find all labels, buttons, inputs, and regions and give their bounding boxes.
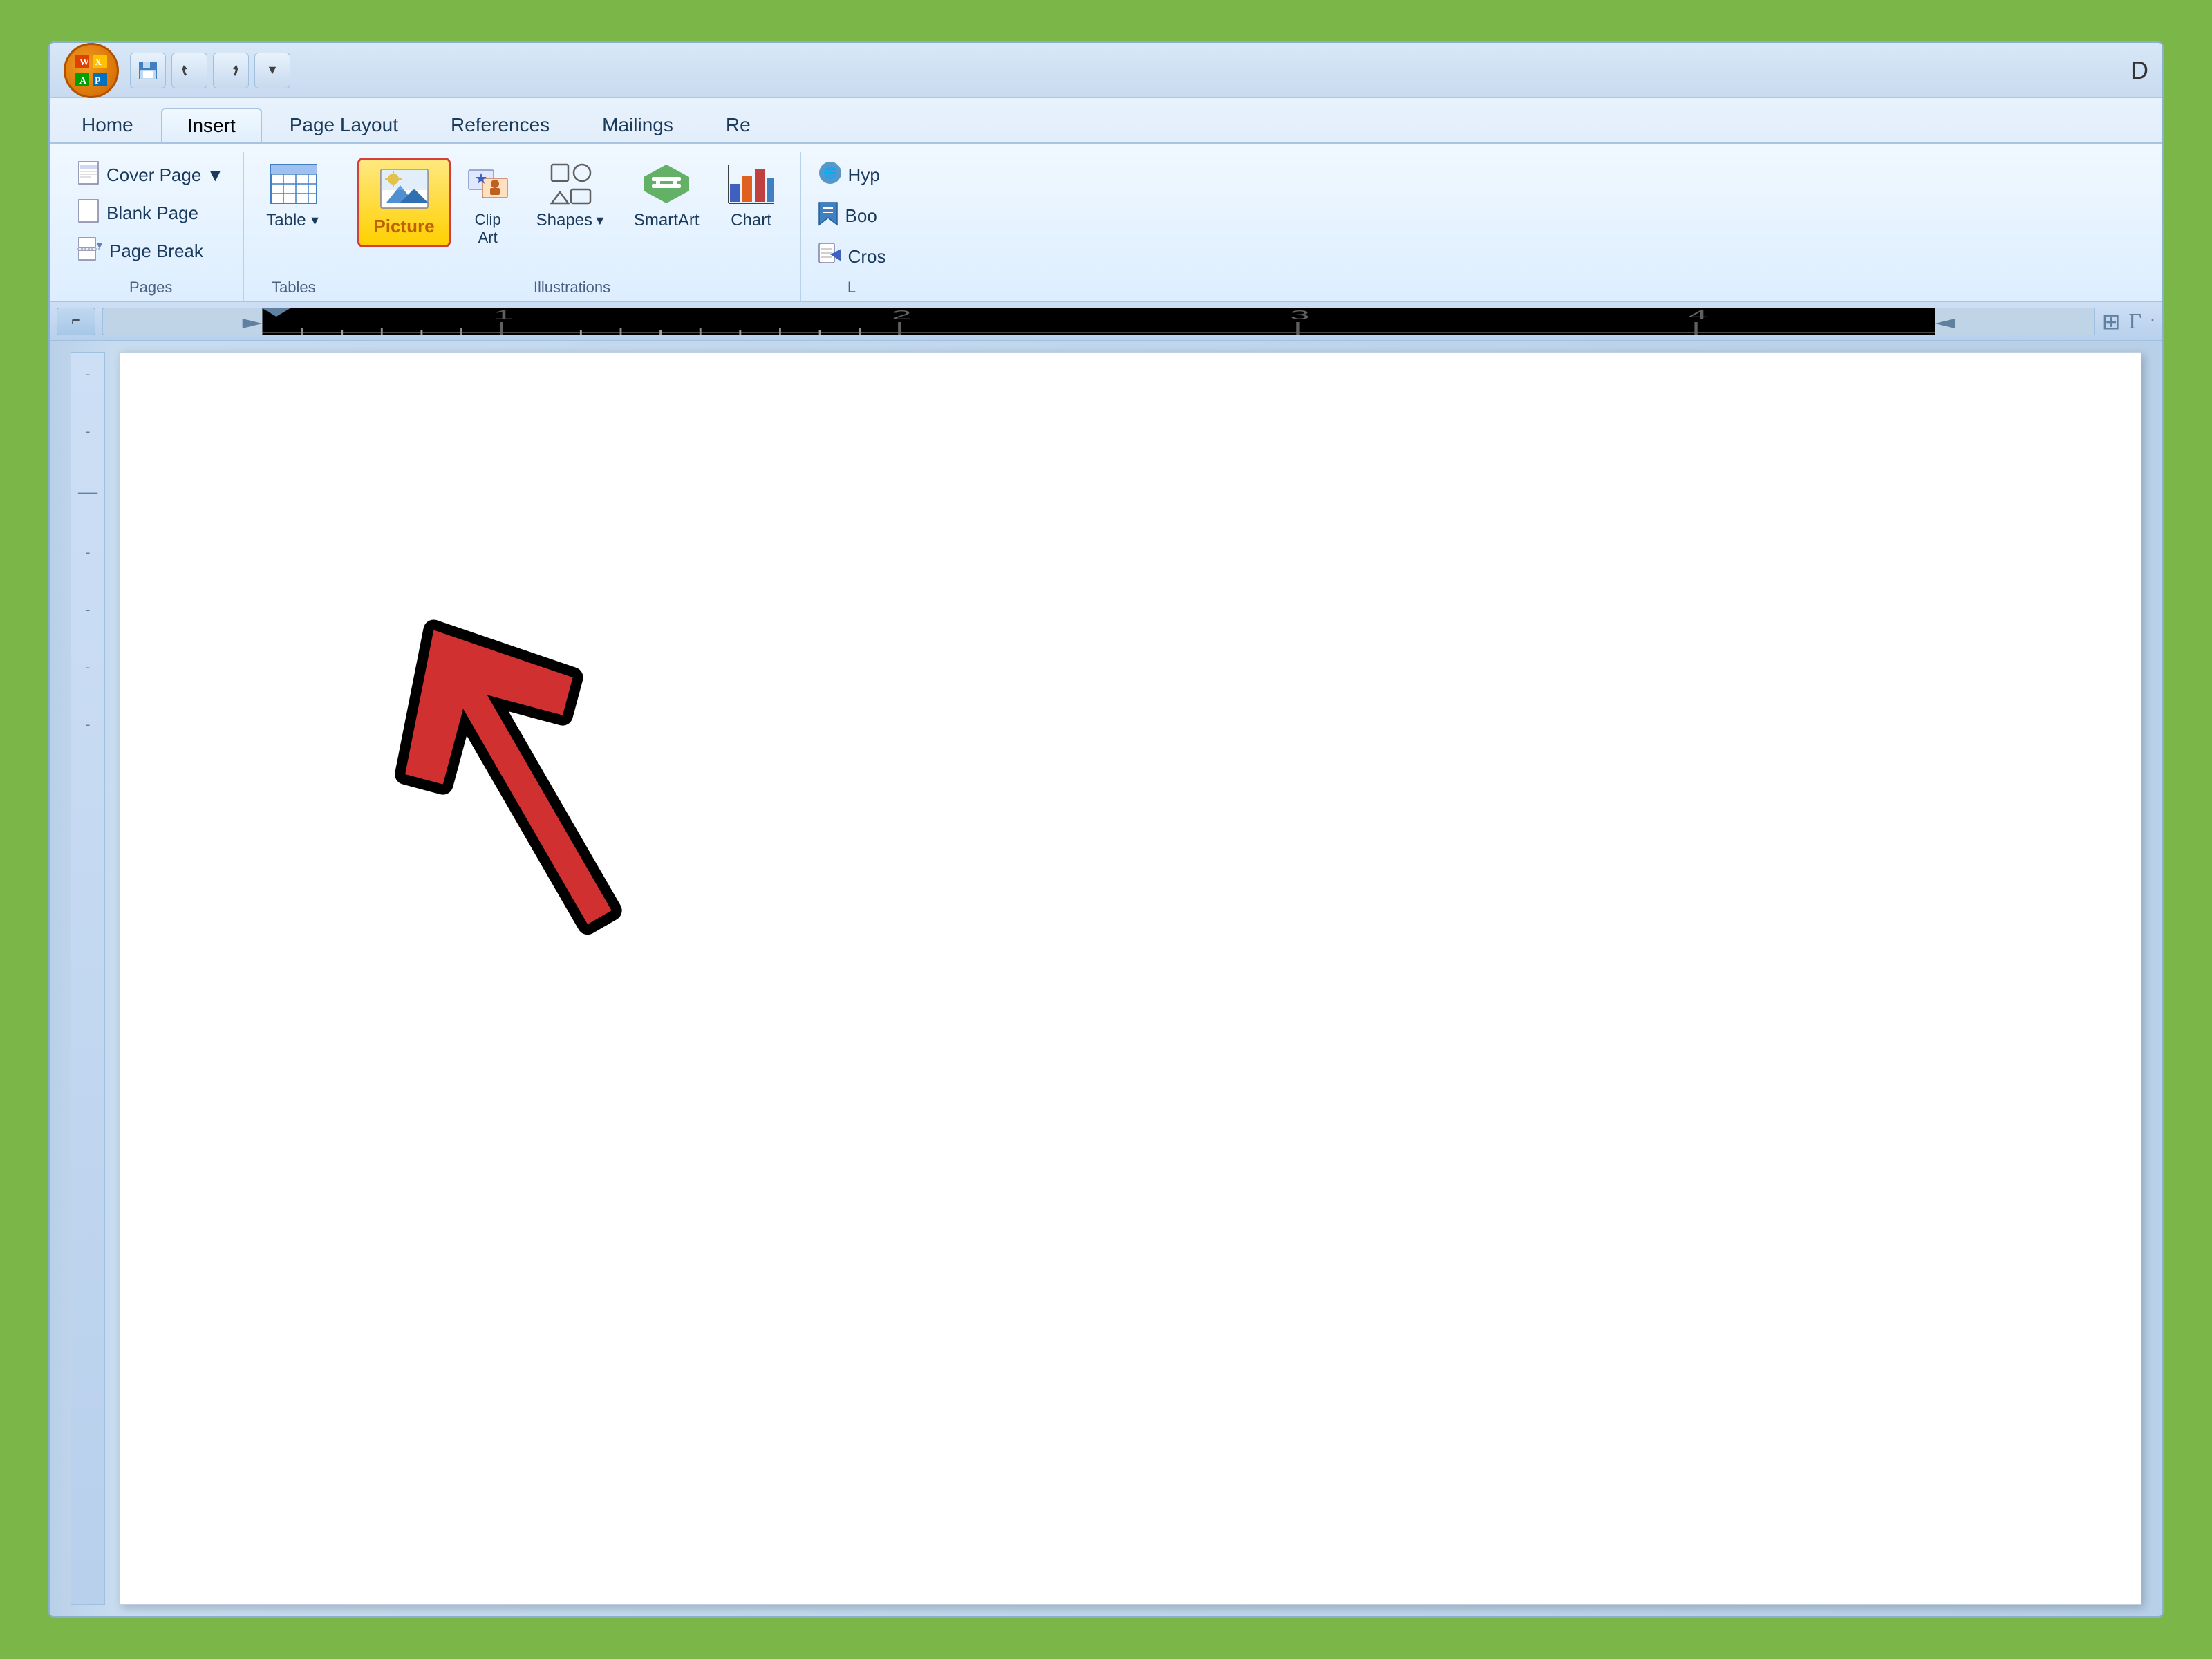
title-bar: W X A P xyxy=(50,43,2162,98)
pages-group-label: Pages xyxy=(129,274,172,301)
cover-page-icon xyxy=(77,160,100,190)
cross-ref-button[interactable]: Cros xyxy=(812,239,892,274)
svg-text:🌐: 🌐 xyxy=(823,166,837,179)
ruler-mark-7: - xyxy=(86,717,91,733)
ruler-bar: ⌐ 1 2 3 4 xyxy=(50,302,2162,341)
tab-home[interactable]: Home xyxy=(57,108,158,142)
smartart-icon xyxy=(642,163,691,208)
table-icon xyxy=(270,163,318,208)
tab-mailings[interactable]: Mailings xyxy=(577,108,698,142)
svg-text:4: 4 xyxy=(1688,308,1708,322)
hyperlink-label: Hyp xyxy=(848,165,880,186)
ribbon-content: Cover Page ▼ Blank Page xyxy=(50,142,2162,301)
word-window: W X A P xyxy=(48,41,2164,1618)
ruler-mark-4: - xyxy=(86,545,91,561)
clip-art-label: ClipArt xyxy=(475,211,501,247)
blank-page-label: Blank Page xyxy=(106,203,198,224)
tables-group-label: Tables xyxy=(272,274,316,301)
picture-icon xyxy=(379,168,429,213)
cover-page-button[interactable]: Cover Page ▼ xyxy=(72,158,229,193)
horizontal-ruler: 1 2 3 4 xyxy=(102,308,2095,335)
clip-art-button[interactable]: ClipArt xyxy=(456,158,520,253)
ruler-corner: ⌐ xyxy=(57,308,95,335)
table-button[interactable]: Table ▼ xyxy=(255,158,332,236)
office-button[interactable]: W X A P xyxy=(64,43,119,98)
table-btn-label: Table ▼ xyxy=(266,211,321,230)
tab-insert[interactable]: Insert xyxy=(161,108,262,142)
smartart-button[interactable]: SmartArt xyxy=(623,158,711,236)
customize-button[interactable]: ▼ xyxy=(254,53,290,88)
ruler-mark-2: - xyxy=(86,424,91,440)
picture-button-highlight: Picture xyxy=(357,158,450,247)
ruler-mark-3: — xyxy=(78,481,97,503)
hyperlink-icon: 🌐 xyxy=(818,160,843,190)
hyperlink-button[interactable]: 🌐 Hyp xyxy=(812,158,885,193)
bookmark-label: Boo xyxy=(845,205,877,227)
bookmark-button[interactable]: Boo xyxy=(812,198,883,234)
cover-page-label: Cover Page ▼ xyxy=(106,165,224,186)
tab-page-layout[interactable]: Page Layout xyxy=(265,108,423,142)
picture-button[interactable]: Picture xyxy=(362,162,445,243)
ribbon-tabs: Home Insert Page Layout References Maili… xyxy=(50,98,2162,142)
quick-access-toolbar: ▼ xyxy=(130,53,290,88)
save-button[interactable] xyxy=(130,53,166,88)
chart-button[interactable]: Chart xyxy=(716,158,787,236)
illustrations-group: Picture xyxy=(346,152,800,301)
ruler-mark-6: - xyxy=(86,659,91,675)
svg-text:2: 2 xyxy=(892,308,912,322)
links-group: 🌐 Hyp Boo xyxy=(801,152,906,301)
svg-text:1: 1 xyxy=(494,308,514,322)
cross-ref-icon xyxy=(818,242,841,272)
links-group-label: L xyxy=(847,274,856,301)
tables-group: Table ▼ Tables xyxy=(244,152,346,301)
svg-text:P: P xyxy=(95,76,101,86)
shapes-label: Shapes ▼ xyxy=(536,211,606,230)
svg-text:A: A xyxy=(79,76,87,86)
page-break-icon xyxy=(77,236,102,266)
undo-button[interactable] xyxy=(171,53,207,88)
vertical-ruler: - - — - - - - xyxy=(71,352,105,1605)
page-break-button[interactable]: Page Break xyxy=(72,234,209,269)
shapes-button[interactable]: Shapes ▼ xyxy=(525,158,617,236)
tab-review[interactable]: Re xyxy=(701,108,776,142)
pages-group: Cover Page ▼ Blank Page xyxy=(61,152,244,301)
ribbon: Home Insert Page Layout References Maili… xyxy=(50,98,2162,302)
pages-items: Cover Page ▼ Blank Page xyxy=(72,152,229,274)
document-area: - - — - - - - xyxy=(50,341,2162,1616)
svg-text:X: X xyxy=(95,57,102,68)
clip-art-icon xyxy=(467,163,509,208)
document-page[interactable] xyxy=(119,352,2141,1605)
cross-ref-label: Cros xyxy=(848,246,886,268)
chart-label: Chart xyxy=(731,211,771,230)
blank-page-icon xyxy=(77,198,100,228)
page-break-label: Page Break xyxy=(109,241,203,262)
shapes-icon xyxy=(550,163,592,208)
ruler-controls: ⊞ Γ · xyxy=(2102,308,2155,335)
smartart-label: SmartArt xyxy=(634,211,700,230)
illustrations-group-label: Illustrations xyxy=(534,274,610,301)
illustrations-items: Picture xyxy=(357,152,786,274)
redo-button[interactable] xyxy=(213,53,249,88)
bookmark-icon xyxy=(818,201,838,231)
tables-items: Table ▼ xyxy=(255,152,332,274)
tab-references[interactable]: References xyxy=(426,108,574,142)
svg-text:W: W xyxy=(79,57,89,68)
window-title: D xyxy=(2130,56,2148,85)
picture-btn-label: Picture xyxy=(373,216,434,237)
svg-text:3: 3 xyxy=(1290,308,1310,322)
links-items: 🌐 Hyp Boo xyxy=(812,152,892,274)
ruler-mark-5: - xyxy=(86,602,91,618)
blank-page-button[interactable]: Blank Page xyxy=(72,196,204,231)
ruler-mark-1: - xyxy=(86,366,91,382)
chart-icon xyxy=(727,163,776,208)
